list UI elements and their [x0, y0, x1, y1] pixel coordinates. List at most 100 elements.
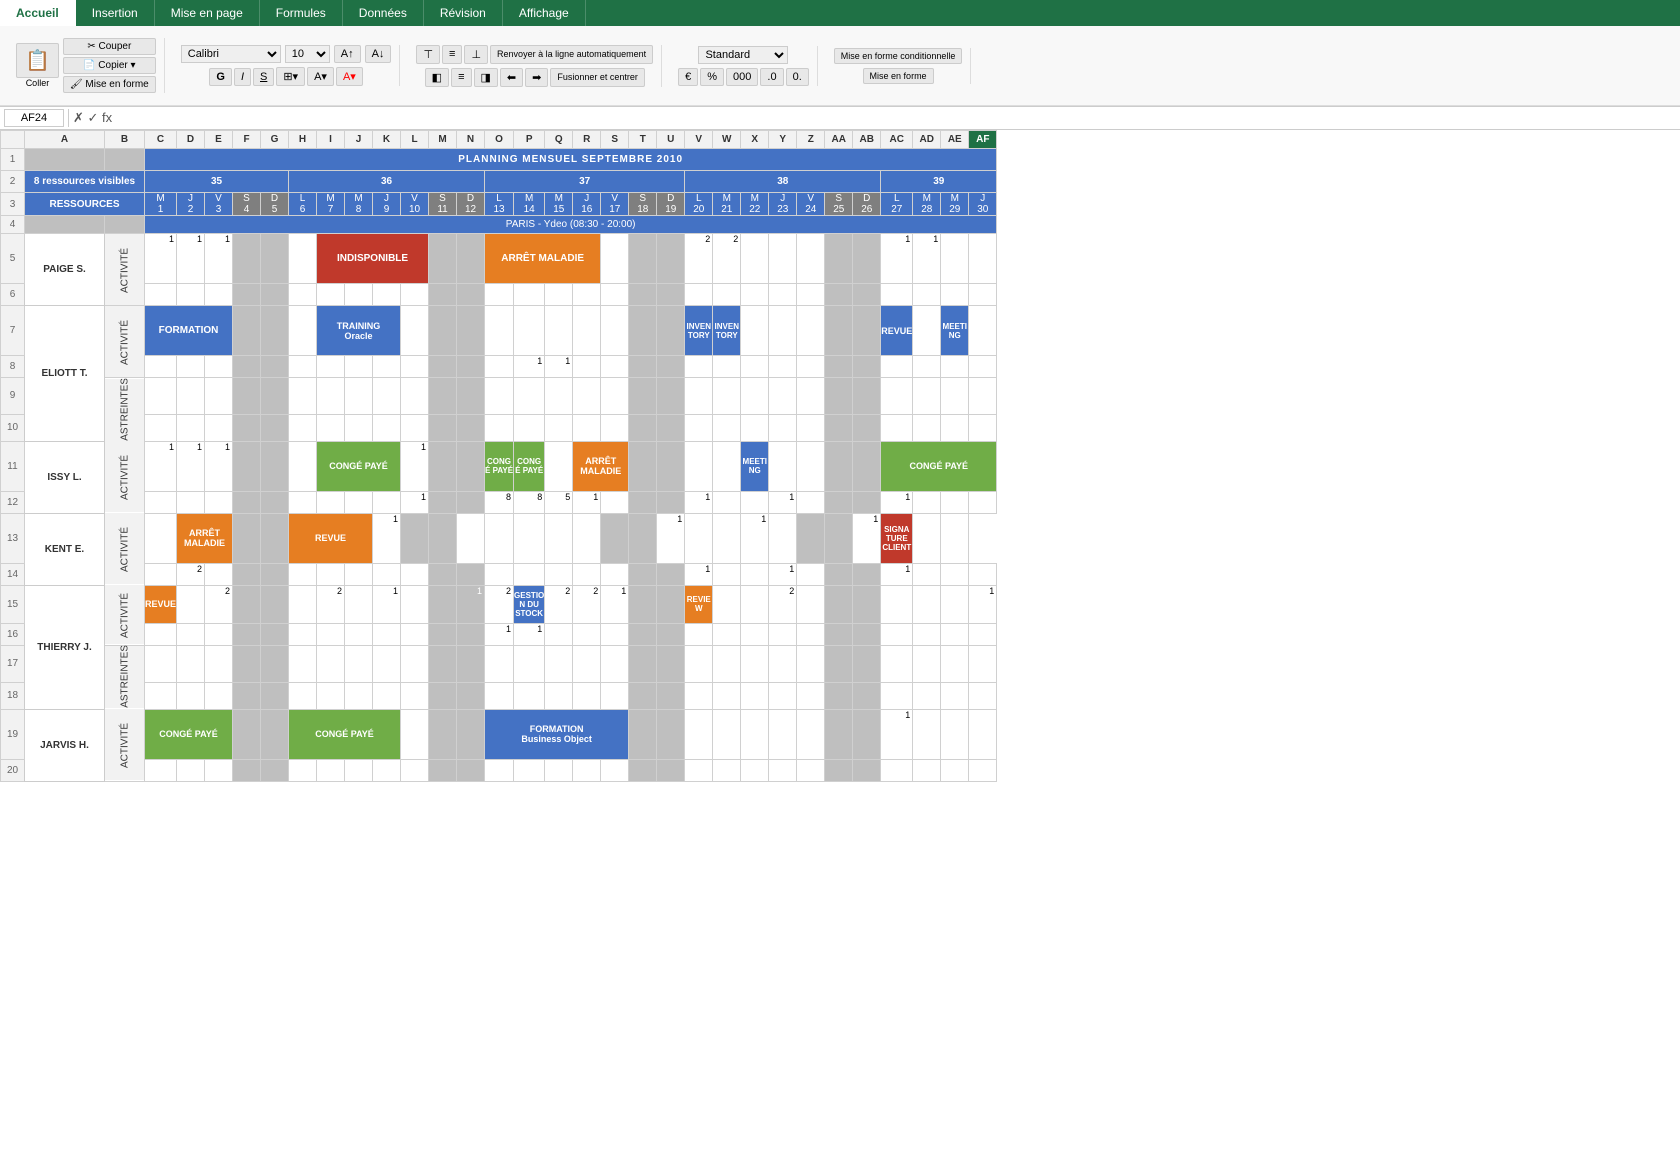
col-y[interactable]: Y [769, 131, 797, 149]
col-z[interactable]: Z [797, 131, 825, 149]
tab-insertion[interactable]: Insertion [76, 0, 155, 26]
col-h[interactable]: H [289, 131, 317, 149]
cell-styles-button[interactable]: Mise en forme [863, 68, 934, 84]
col-a[interactable]: A [25, 131, 105, 149]
indent-dec[interactable]: ⬅ [500, 68, 523, 87]
couper-button[interactable]: ✂ Couper [63, 38, 156, 55]
col-af[interactable]: AF [969, 131, 997, 149]
paige-d29[interactable] [941, 234, 969, 284]
paige-d2[interactable]: 1 [177, 234, 205, 284]
paige-d28[interactable]: 1 [913, 234, 941, 284]
dec-dec-button[interactable]: 0. [786, 68, 809, 86]
col-ac[interactable]: AC [881, 131, 913, 149]
tab-affichage[interactable]: Affichage [503, 0, 586, 26]
fill-color-button[interactable]: A▾ [307, 67, 334, 86]
col-k[interactable]: K [373, 131, 401, 149]
col-ae[interactable]: AE [941, 131, 969, 149]
paige-d22[interactable] [741, 234, 769, 284]
paige-d21[interactable]: 2 [713, 234, 741, 284]
r16k [373, 623, 401, 645]
r11d[interactable]: 1 [177, 441, 205, 491]
col-u[interactable]: U [657, 131, 685, 149]
col-q[interactable]: Q [545, 131, 573, 149]
paige-d6[interactable] [289, 234, 317, 284]
coller-button[interactable]: 📋 [16, 43, 59, 78]
paige-d3[interactable]: 1 [205, 234, 233, 284]
col-d[interactable]: D [177, 131, 205, 149]
paige-d1[interactable]: 1 [145, 234, 177, 284]
indent-inc[interactable]: ➡ [525, 68, 548, 87]
cell-reference[interactable] [4, 109, 64, 127]
tab-formules[interactable]: Formules [260, 0, 343, 26]
formula-input[interactable] [116, 110, 1676, 126]
paige-d24[interactable] [797, 234, 825, 284]
r7x [741, 306, 769, 356]
thousands-button[interactable]: 000 [726, 68, 758, 86]
col-o[interactable]: O [485, 131, 514, 149]
wrap-text-button[interactable]: Renvoyer à la ligne automatiquement [490, 45, 653, 64]
col-j[interactable]: J [345, 131, 373, 149]
col-ad[interactable]: AD [913, 131, 941, 149]
r7ad [913, 306, 941, 356]
r19y [769, 709, 797, 759]
paige-d17[interactable] [601, 234, 629, 284]
col-p[interactable]: P [514, 131, 545, 149]
col-v[interactable]: V [685, 131, 713, 149]
col-n[interactable]: N [457, 131, 485, 149]
tab-mise-en-page[interactable]: Mise en page [155, 0, 260, 26]
currency-button[interactable]: € [678, 68, 698, 86]
tab-accueil[interactable]: Accueil [0, 0, 76, 26]
col-m[interactable]: M [429, 131, 457, 149]
paige-d23[interactable] [769, 234, 797, 284]
col-i[interactable]: I [317, 131, 345, 149]
conditional-format-button[interactable]: Mise en forme conditionnelle [834, 48, 963, 64]
font-color-button[interactable]: A▾ [336, 67, 363, 86]
tab-revision[interactable]: Révision [424, 0, 503, 26]
bold-button[interactable]: G [209, 68, 232, 86]
r11c[interactable]: 1 [145, 441, 177, 491]
col-t[interactable]: T [629, 131, 657, 149]
col-f[interactable]: F [233, 131, 261, 149]
col-b[interactable]: B [105, 131, 145, 149]
col-l[interactable]: L [401, 131, 429, 149]
font-select[interactable]: Calibri [181, 45, 281, 63]
font-size-down[interactable]: A↓ [365, 45, 392, 63]
col-aa[interactable]: AA [825, 131, 853, 149]
font-size-up[interactable]: A↑ [334, 45, 361, 63]
italic-button[interactable]: I [234, 68, 251, 86]
dec-inc-button[interactable]: .0 [760, 68, 783, 86]
spreadsheet-wrapper[interactable]: A B C D E F G H I J K L M N O P Q R S T … [0, 130, 1680, 1145]
underline-button[interactable]: S [253, 68, 274, 86]
percent-button[interactable]: % [700, 68, 724, 86]
r10j [345, 414, 373, 441]
col-r[interactable]: R [573, 131, 601, 149]
col-e[interactable]: E [205, 131, 233, 149]
tab-donnees[interactable]: Données [343, 0, 424, 26]
r9v [685, 378, 713, 415]
mise-en-forme-button[interactable]: 🖌 Mise en forme [63, 76, 156, 93]
align-left[interactable]: ◧ [425, 68, 449, 87]
col-g[interactable]: G [261, 131, 289, 149]
format-select[interactable]: Standard [698, 46, 788, 64]
paige-d30[interactable] [969, 234, 997, 284]
align-bottom[interactable]: ⊥ [464, 45, 488, 64]
font-size-select[interactable]: 10 [285, 45, 330, 63]
col-c[interactable]: C [145, 131, 177, 149]
paige-d27[interactable]: 1 [881, 234, 913, 284]
border-button[interactable]: ⊞▾ [276, 67, 305, 86]
r11e[interactable]: 1 [205, 441, 233, 491]
align-right[interactable]: ◨ [474, 68, 498, 87]
merge-center-button[interactable]: Fusionner et centrer [550, 68, 645, 87]
align-middle[interactable]: ≡ [442, 45, 462, 64]
align-center[interactable]: ≡ [451, 68, 471, 87]
paige-d20[interactable]: 2 [685, 234, 713, 284]
col-ab[interactable]: AB [853, 131, 881, 149]
copier-button[interactable]: 📄 Copier ▾ [63, 57, 156, 74]
r11l[interactable]: 1 [401, 441, 429, 491]
col-s[interactable]: S [601, 131, 629, 149]
r19f [233, 709, 261, 759]
rownum-5: 5 [1, 234, 25, 284]
align-top[interactable]: ⊤ [416, 45, 440, 64]
col-w[interactable]: W [713, 131, 741, 149]
col-x[interactable]: X [741, 131, 769, 149]
